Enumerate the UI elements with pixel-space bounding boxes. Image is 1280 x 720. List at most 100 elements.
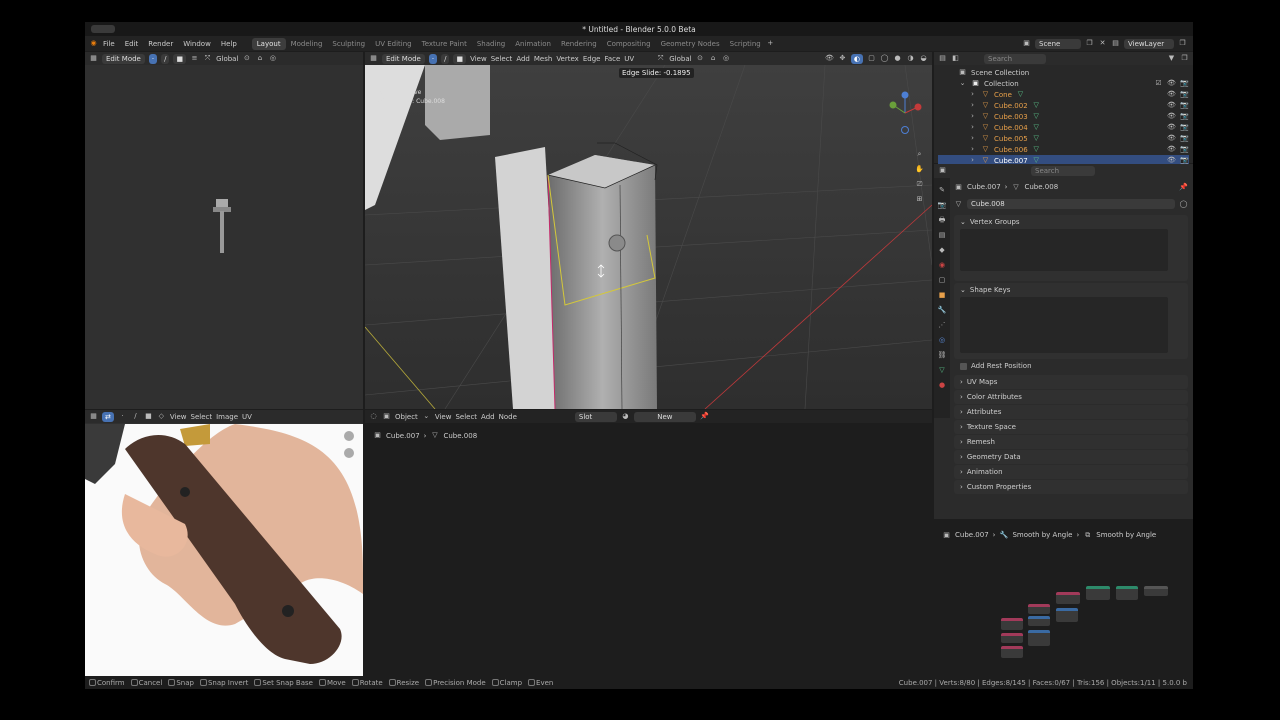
scene-icon[interactable]: ◆	[938, 246, 947, 255]
filter-icon[interactable]: ▼	[1167, 54, 1176, 63]
menu-help[interactable]: Help	[216, 38, 242, 50]
chevron-right-icon[interactable]: ›	[968, 90, 977, 99]
collection-icon[interactable]: ▢	[938, 276, 947, 285]
render-icon[interactable]: 📷	[938, 201, 947, 210]
menu-add[interactable]: Add	[481, 413, 495, 421]
eye-icon[interactable]: 👁	[1167, 79, 1176, 88]
node[interactable]	[1028, 630, 1050, 646]
eye-icon[interactable]: 👁	[1167, 101, 1176, 110]
copy-icon[interactable]: ❐	[1178, 39, 1187, 48]
geometry-nodes-area[interactable]: ▣ Cube.007 › 🔧 Smooth by Angle › ⧉ Smoot…	[934, 520, 1193, 676]
world-icon[interactable]: ◉	[938, 261, 947, 270]
proportional-icon[interactable]: ◎	[268, 54, 277, 63]
material-sphere-icon[interactable]: ◕	[621, 412, 630, 421]
edge-select-icon[interactable]: /	[131, 412, 140, 421]
scene-selector[interactable]: Scene	[1035, 38, 1081, 49]
wireframe-shading-icon[interactable]: ◯	[880, 54, 889, 63]
node[interactable]	[1001, 646, 1023, 658]
properties-search[interactable]: Search	[1031, 165, 1095, 176]
new-material-button[interactable]: New	[633, 411, 696, 422]
checkbox-icon[interactable]: ☑	[1154, 79, 1163, 88]
node[interactable]	[1028, 616, 1050, 626]
mode-dropdown[interactable]: Edit Mode	[382, 53, 425, 64]
menu-edge[interactable]: Edge	[583, 55, 601, 63]
add-workspace-plus-icon[interactable]: +	[766, 39, 775, 48]
camera-icon[interactable]: 📷	[1180, 101, 1189, 110]
editor-type-icon[interactable]: ▣	[938, 166, 947, 175]
add-rest-position-row[interactable]: Add Rest Position	[954, 359, 1188, 373]
image-editor-area[interactable]: ▦ ⇄ · / ■ ◇ View Select Image UV	[85, 410, 363, 676]
output-icon[interactable]: 🖶	[938, 216, 947, 225]
node[interactable]	[1116, 586, 1138, 600]
edge-select-icon[interactable]: /	[441, 53, 450, 64]
mesh-data-icon[interactable]: ▽	[938, 366, 947, 375]
properties-section[interactable]: › Geometry Data	[954, 450, 1188, 464]
display-mode-icon[interactable]: ◧	[951, 54, 960, 63]
properties-section[interactable]: › Color Attributes	[954, 390, 1188, 404]
outliner-item[interactable]: › ▽ Cube.004 ▽ 👁 📷	[938, 122, 1189, 133]
editor-type-icon[interactable]: ▤	[938, 54, 947, 63]
pivot-icon[interactable]: ⊙	[696, 54, 705, 63]
node-graph[interactable]	[998, 586, 1178, 666]
collection-row[interactable]: ⌄ ▣ Collection ☑ 👁 📷	[938, 78, 1189, 89]
chevron-down-icon[interactable]: ⌄	[958, 79, 967, 88]
tab-modeling[interactable]: Modeling	[286, 38, 328, 50]
camera-icon[interactable]: 📷	[1180, 134, 1189, 143]
menu-edit[interactable]: Edit	[120, 38, 144, 50]
chevron-right-icon[interactable]: ›	[968, 134, 977, 143]
camera-icon[interactable]: 📷	[1180, 145, 1189, 154]
new-collection-icon[interactable]: ❐	[1180, 54, 1189, 63]
node[interactable]	[1144, 586, 1168, 596]
material-shading-icon[interactable]: ◑	[906, 54, 915, 63]
node[interactable]	[1056, 608, 1078, 622]
properties-area[interactable]: ▣ Search ✎ 📷 🖶 ▤ ◆ ◉ ▢ ■ 🔧 ⋰ ◎ ⛓ ▽ ● ▣ C…	[934, 164, 1193, 519]
island-select-icon[interactable]: ◇	[157, 412, 166, 421]
chevron-down-icon[interactable]: ⌄	[422, 412, 431, 421]
xray-icon[interactable]: ▢	[867, 54, 876, 63]
vertex-groups-list[interactable]	[960, 229, 1168, 271]
copy-icon[interactable]: ❐	[1085, 39, 1094, 48]
pin-icon[interactable]: 📌	[1179, 183, 1188, 192]
outliner-item[interactable]: › ▽ Cube.006 ▽ 👁 📷	[938, 144, 1189, 155]
properties-section[interactable]: › UV Maps	[954, 375, 1188, 389]
tab-geometry-nodes[interactable]: Geometry Nodes	[656, 38, 725, 50]
menu-mesh[interactable]: Mesh	[534, 55, 552, 63]
node[interactable]	[1001, 633, 1023, 643]
outliner-item[interactable]: › ▽ Cube.003 ▽ 👁 📷	[938, 111, 1189, 122]
chevron-right-icon[interactable]: ›	[968, 123, 977, 132]
tab-texture-paint[interactable]: Texture Paint	[417, 38, 472, 50]
camera-icon[interactable]: 📷	[1180, 123, 1189, 132]
edge-select-icon[interactable]: /	[161, 53, 170, 64]
uv-sync-icon[interactable]: ⇄	[102, 411, 114, 422]
modifier-wrench-icon[interactable]: 🔧	[938, 306, 947, 315]
menu-view[interactable]: View	[470, 55, 487, 63]
menu-select[interactable]: Select	[491, 55, 513, 63]
shader-type-dropdown[interactable]: Object	[395, 413, 418, 421]
menu-window[interactable]: Window	[178, 38, 216, 50]
search-input[interactable]: Search	[984, 53, 1046, 64]
vertex-select-icon[interactable]: ·	[428, 53, 438, 64]
menu-file[interactable]: File	[98, 38, 120, 50]
editor-type-icon[interactable]: ▦	[369, 54, 378, 63]
view-layer-selector[interactable]: ViewLayer	[1124, 38, 1174, 49]
node[interactable]	[1056, 592, 1080, 604]
properties-section[interactable]: › Attributes	[954, 405, 1188, 419]
node[interactable]	[1001, 618, 1023, 630]
menu-render[interactable]: Render	[143, 38, 178, 50]
overlay-icon[interactable]: ◐	[850, 53, 863, 64]
properties-section[interactable]: › Texture Space	[954, 420, 1188, 434]
grid-icon[interactable]: ⊞	[915, 195, 924, 204]
solid-shading-icon[interactable]: ●	[893, 54, 902, 63]
editor-type-icon[interactable]: ▦	[89, 412, 98, 421]
blender-logo-icon[interactable]: ◉	[89, 39, 98, 48]
shader-editor-area[interactable]: ◌ ▣ Object ⌄ View Select Add Node Slot ◕…	[365, 410, 932, 676]
constraints-icon[interactable]: ⛓	[938, 351, 947, 360]
snap-icon[interactable]: ⌂	[709, 54, 718, 63]
menu-select[interactable]: Select	[455, 413, 477, 421]
tab-scripting[interactable]: Scripting	[725, 38, 766, 50]
editor-type-icon[interactable]: ▦	[89, 54, 98, 63]
fake-user-icon[interactable]: ◯	[1179, 200, 1188, 209]
zoom-icon[interactable]: ⌕	[915, 150, 924, 159]
camera-view-icon[interactable]: ⎚	[915, 180, 924, 189]
pivot-icon[interactable]: ⊙	[242, 54, 251, 63]
